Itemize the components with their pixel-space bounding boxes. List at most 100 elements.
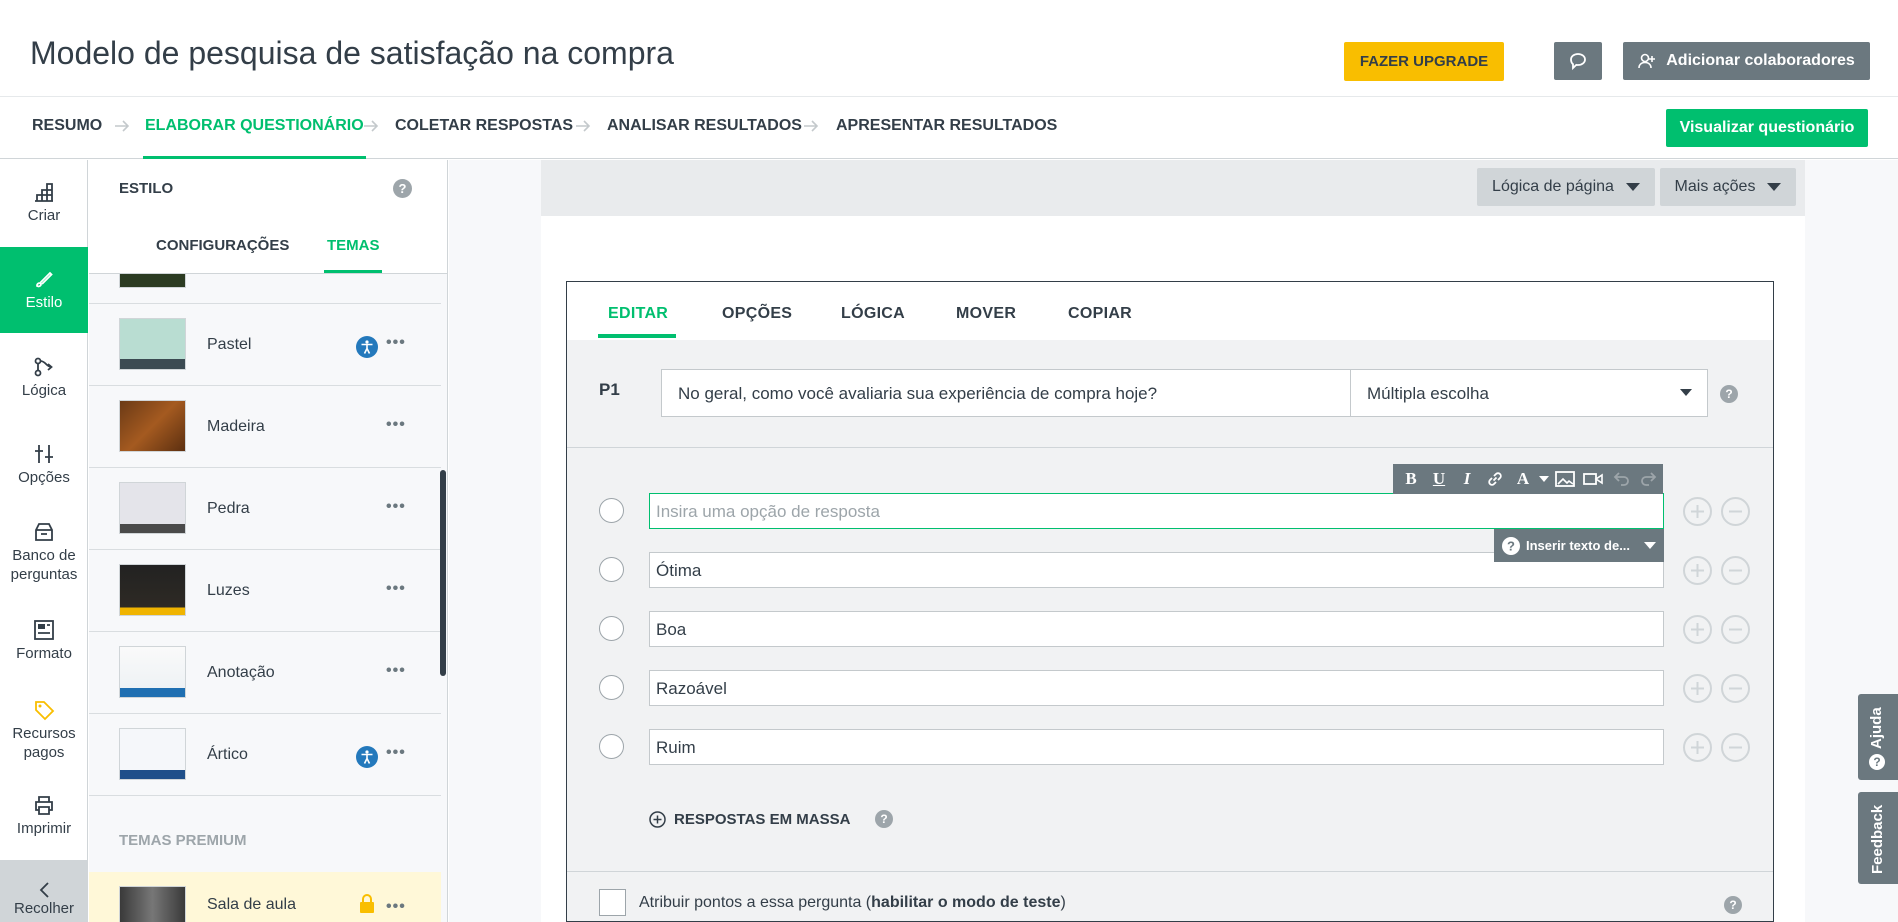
add-answer-button[interactable] (1683, 615, 1712, 644)
remove-answer-button[interactable] (1721, 615, 1750, 644)
theme-more-menu[interactable]: ••• (386, 580, 406, 598)
theme-thumbnail (119, 400, 186, 452)
nav-logic[interactable]: Lógica (0, 355, 88, 400)
remove-answer-button[interactable] (1721, 556, 1750, 585)
add-collaborators-button[interactable]: Adicionar colaboradores (1623, 42, 1870, 80)
more-actions-dropdown[interactable]: Mais ações (1660, 168, 1796, 206)
minus-icon (1729, 746, 1742, 749)
answer-input[interactable]: Razoável (649, 670, 1664, 706)
nav-paid-features[interactable]: Recursos pagos (0, 698, 88, 762)
tab-logic[interactable]: LÓGICA (841, 305, 905, 323)
theme-item-luzes[interactable]: Luzes ••• (89, 550, 441, 632)
tab-move[interactable]: MOVER (956, 305, 1016, 323)
step-summary[interactable]: RESUMO (32, 97, 102, 159)
panel-scrollbar[interactable] (440, 470, 446, 676)
video-icon[interactable] (1581, 467, 1605, 491)
caret-down-icon[interactable] (1539, 476, 1549, 482)
minus-icon (1729, 687, 1742, 690)
redo-icon[interactable] (1637, 467, 1661, 491)
theme-item-pedra[interactable]: Pedra ••• (89, 468, 441, 550)
tab-themes[interactable]: TEMAS (327, 237, 380, 254)
step-present[interactable]: APRESENTAR RESULTADOS (836, 97, 1057, 159)
nav-options[interactable]: Opções (0, 442, 88, 487)
add-answer-button[interactable] (1683, 556, 1712, 585)
help-icon[interactable]: ? (1724, 896, 1742, 914)
svg-text:?: ? (1507, 538, 1515, 553)
theme-more-menu[interactable]: ••• (386, 744, 406, 762)
assign-points-checkbox[interactable] (599, 889, 626, 916)
tab-copy[interactable]: COPIAR (1068, 305, 1132, 323)
theme-item-pastel[interactable]: Pastel ••• (89, 304, 441, 386)
nav-print[interactable]: Imprimir (0, 793, 88, 838)
nav-create-label: Criar (27, 207, 61, 224)
answer-radio (599, 498, 624, 523)
theme-more-menu[interactable]: ••• (386, 416, 406, 434)
help-tab-label: Ajuda (1868, 707, 1885, 749)
upgrade-button[interactable]: FAZER UPGRADE (1344, 42, 1504, 81)
nav-question-bank[interactable]: Banco de perguntas (0, 520, 88, 584)
comment-icon (1570, 53, 1586, 71)
step-analyze[interactable]: ANALISAR RESULTADOS (607, 97, 802, 159)
printer-icon (32, 793, 56, 817)
add-answer-button[interactable] (1683, 674, 1712, 703)
bulk-answers-button[interactable]: RESPOSTAS EM MASSA (649, 811, 850, 828)
bold-icon[interactable]: B (1399, 467, 1423, 491)
tab-options[interactable]: OPÇÕES (722, 305, 792, 323)
theme-thumbnail (119, 886, 186, 922)
style-panel-header: ESTILO ? CONFIGURAÇÕES TEMAS (89, 160, 447, 274)
help-side-tab[interactable]: ? Ajuda (1858, 694, 1898, 780)
theme-item-artico[interactable]: Ártico ••• (89, 714, 441, 796)
nav-logic-label: Lógica (21, 382, 67, 399)
question-text-input[interactable]: No geral, como você avaliaria sua experi… (661, 369, 1351, 417)
left-navigation: Criar Estilo Lógica Opções Banco de perg… (0, 160, 88, 922)
chevron-right-icon (804, 120, 819, 132)
active-tab-indicator (598, 334, 676, 338)
insert-text-dropdown[interactable]: ? Inserir texto de... (1494, 529, 1664, 562)
preview-survey-button[interactable]: Visualizar questionário (1666, 109, 1868, 147)
theme-more-menu[interactable]: ••• (386, 898, 406, 916)
help-icon[interactable]: ? (1720, 385, 1738, 403)
page-logic-dropdown[interactable]: Lógica de página (1477, 168, 1655, 206)
answer-input[interactable]: Boa (649, 611, 1664, 647)
theme-more-menu[interactable]: ••• (386, 662, 406, 680)
image-icon[interactable] (1553, 467, 1577, 491)
undo-icon[interactable] (1609, 467, 1633, 491)
theme-item-madeira[interactable]: Madeira ••• (89, 386, 441, 468)
add-answer-button[interactable] (1683, 497, 1712, 526)
answer-input[interactable]: Ruim (649, 729, 1664, 765)
remove-answer-button[interactable] (1721, 733, 1750, 762)
new-answer-input[interactable]: Insira uma opção de resposta (649, 493, 1664, 529)
nav-style[interactable]: Estilo (0, 247, 88, 333)
question-type-select[interactable]: Múltipla escolha (1350, 369, 1708, 417)
theme-name: Sala de aula (207, 896, 296, 913)
text-color-icon[interactable]: A (1511, 467, 1535, 491)
plus-icon (1691, 505, 1704, 518)
theme-item-anotacao[interactable]: Anotação ••• (89, 632, 441, 714)
theme-more-menu[interactable]: ••• (386, 334, 406, 352)
step-design[interactable]: ELABORAR QUESTIONÁRIO (143, 97, 366, 159)
theme-item-sala-de-aula[interactable]: Sala de aula ••• (89, 872, 441, 922)
tab-settings[interactable]: CONFIGURAÇÕES (156, 237, 289, 254)
add-answer-button[interactable] (1683, 733, 1712, 762)
nav-format[interactable]: Formato (0, 618, 88, 663)
remove-answer-button[interactable] (1721, 674, 1750, 703)
remove-answer-button[interactable] (1721, 497, 1750, 526)
step-collect[interactable]: COLETAR RESPOSTAS (395, 97, 573, 159)
italic-icon[interactable]: I (1455, 467, 1479, 491)
underline-icon[interactable]: U (1427, 467, 1451, 491)
tab-edit[interactable]: EDITAR (608, 305, 668, 323)
feedback-side-tab[interactable]: Feedback (1858, 792, 1898, 884)
theme-name: Madeira (207, 418, 265, 435)
enable-quiz-mode-link[interactable]: habilitar o modo de teste (871, 894, 1060, 911)
link-icon[interactable] (1483, 467, 1507, 491)
help-icon[interactable]: ? (875, 810, 893, 828)
divider (567, 871, 1773, 872)
help-icon[interactable]: ? (393, 179, 412, 198)
collapse-button[interactable]: Recolher (0, 860, 88, 922)
theme-more-menu[interactable]: ••• (386, 498, 406, 516)
accessibility-icon (356, 746, 378, 768)
comments-button[interactable] (1554, 42, 1602, 80)
survey-title[interactable]: Modelo de pesquisa de satisfação na comp… (30, 35, 674, 72)
nav-create[interactable]: Criar (0, 180, 88, 225)
nav-print-label: Imprimir (16, 820, 72, 837)
